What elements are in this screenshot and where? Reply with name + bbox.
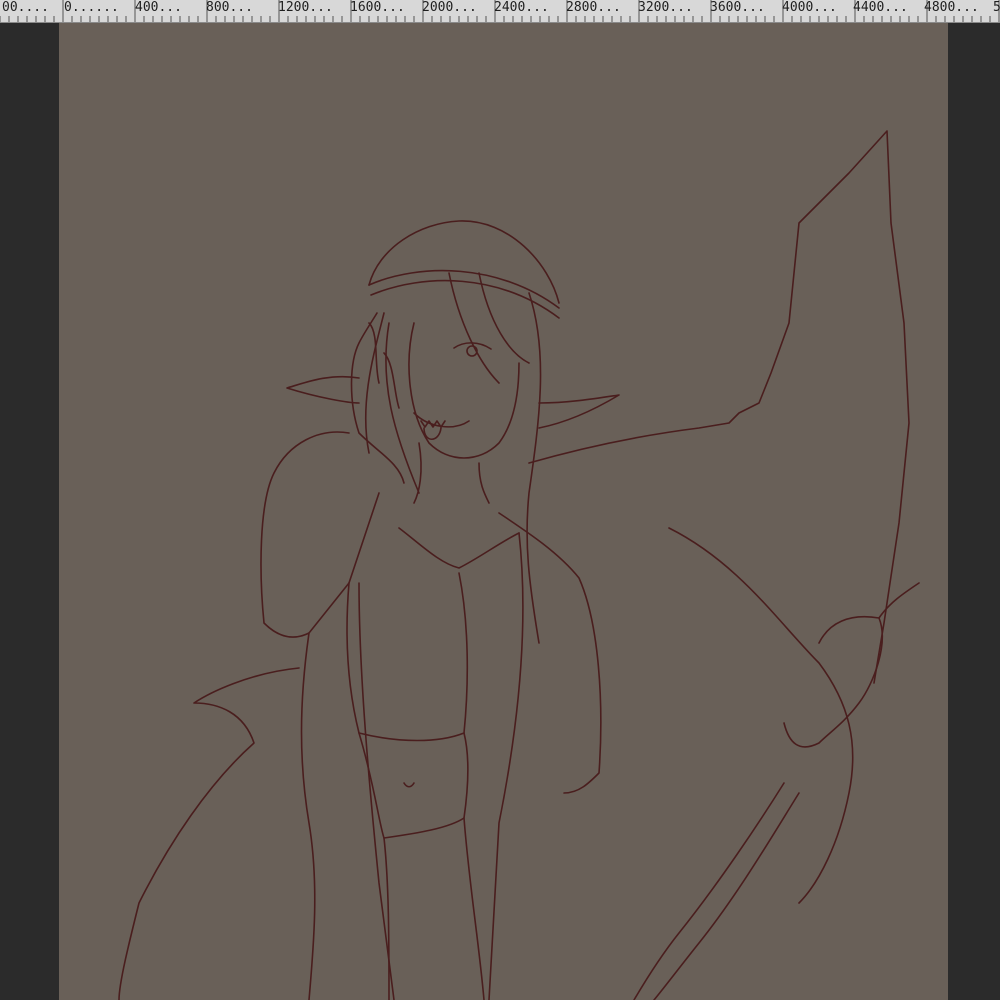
ruler-label-13: 4800... (924, 0, 979, 15)
coat-right-front (488, 512, 602, 1000)
ruler-label-4: 1200... (278, 0, 333, 15)
ruler-label-12: 4400... (853, 0, 908, 15)
tail-shape (118, 667, 300, 1000)
flag-lower-edge (668, 527, 854, 904)
collar (398, 527, 520, 569)
ruler-label-10: 3600... (710, 0, 765, 15)
ruler-label-14: 5 (993, 1, 1000, 15)
horizontal-ruler[interactable]: 00.... 0...... 400... 800... 1200... 160… (0, 0, 1000, 23)
navel (403, 782, 415, 788)
ruler-label-1: 0...... (64, 0, 119, 15)
ruler-label-3: 800... (206, 0, 253, 15)
hair-right (526, 292, 542, 644)
drawing-canvas[interactable] (59, 23, 948, 1000)
ruler-label-0: 00.... (2, 0, 49, 15)
ruler-label-7: 2400... (494, 0, 549, 15)
tongue (423, 427, 442, 441)
neck (413, 442, 490, 504)
right-ear (538, 394, 620, 429)
left-ear (286, 375, 360, 404)
torso (358, 732, 469, 839)
pants (383, 817, 485, 1000)
ruler-label-9: 3200... (638, 0, 693, 15)
coat-left-sleeve (260, 431, 380, 638)
ruler-label-2: 400... (135, 0, 182, 15)
ruler-label-5: 1600... (350, 0, 405, 15)
ruler-label-6: 2000... (422, 0, 477, 15)
lineart-drawing (118, 130, 920, 1000)
mouth (413, 412, 470, 428)
hat-band (368, 269, 560, 319)
ruler-label-8: 2800... (566, 0, 621, 15)
right-hand (783, 616, 883, 748)
ruler-label-11: 4000... (782, 0, 837, 15)
hair-fringe (448, 272, 530, 384)
workspace-area[interactable] (0, 23, 1000, 1000)
staff (633, 782, 800, 1000)
crop-top (346, 572, 469, 742)
flag-shape (528, 130, 910, 684)
